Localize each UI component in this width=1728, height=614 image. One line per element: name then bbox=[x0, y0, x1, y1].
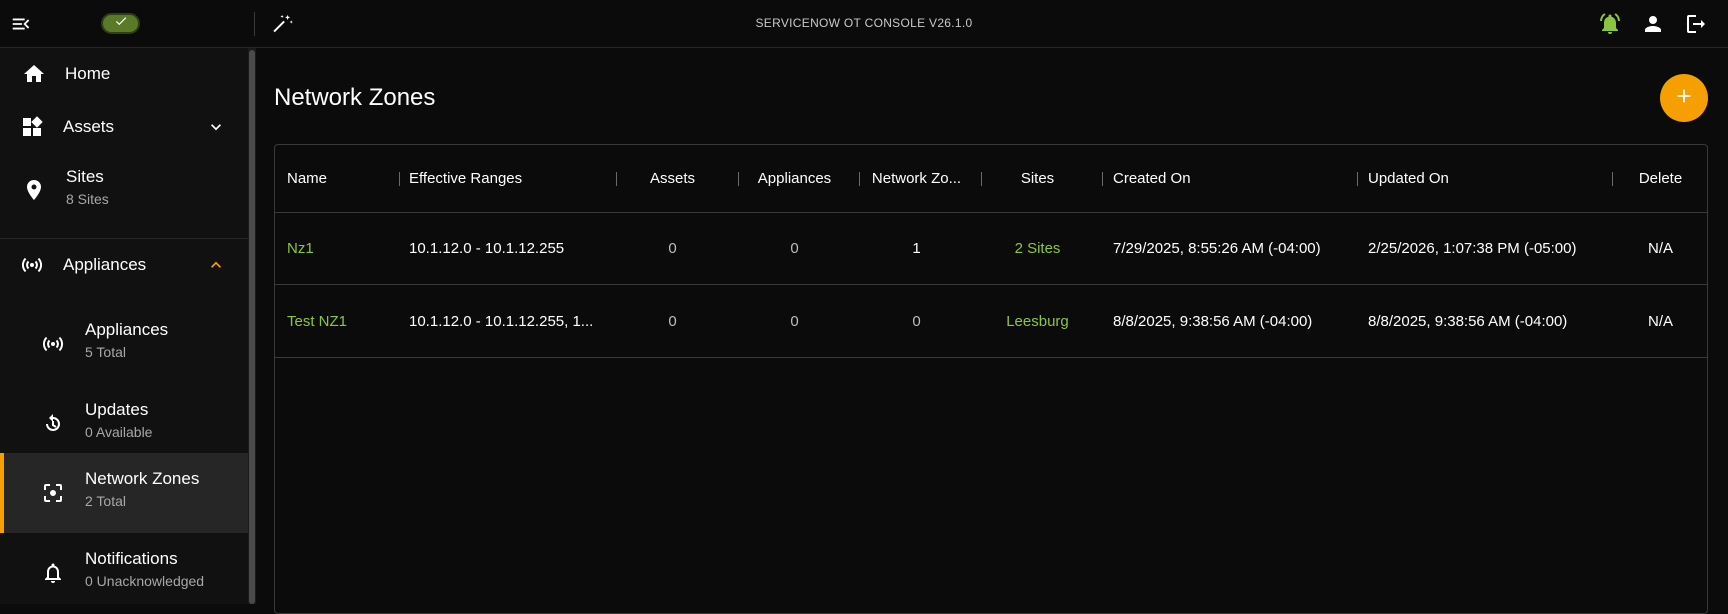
table-header-row: Name Effective Ranges Assets Appliances … bbox=[275, 145, 1707, 213]
sidebar-scrollbar-thumb[interactable] bbox=[249, 50, 255, 604]
sidebar-item-updates[interactable]: Updates 0 Available bbox=[0, 384, 248, 464]
sidebar: Home Assets Sites 8 Sites Appliances App… bbox=[0, 48, 248, 604]
sidebar-item-appliances-group[interactable]: Appliances bbox=[0, 239, 248, 291]
sidebar-item-label: Assets bbox=[63, 117, 115, 136]
chevron-up-icon[interactable] bbox=[206, 255, 226, 275]
sidebar-item-sites[interactable]: Sites 8 Sites bbox=[0, 154, 248, 226]
appliances-cell: 0 bbox=[790, 313, 799, 330]
broadcast-icon bbox=[41, 332, 65, 356]
sidebar-item-network-zones[interactable]: Network Zones 2 Total bbox=[0, 453, 248, 533]
column-resizer[interactable] bbox=[1357, 172, 1358, 186]
updated-on-cell: 8/8/2025, 9:38:56 AM (-04:00) bbox=[1368, 313, 1568, 330]
network-zones-cell: 0 bbox=[912, 313, 921, 330]
app-title: SERVICENOW OT CONSOLE V26.1.0 bbox=[755, 16, 973, 30]
column-header-created-on[interactable]: Created On bbox=[1113, 145, 1353, 212]
delete-cell: N/A bbox=[1647, 240, 1673, 257]
sidebar-item-label: Appliances bbox=[63, 255, 147, 274]
sidebar-item-appliances[interactable]: Appliances 5 Total bbox=[0, 304, 248, 384]
network-zones-cell: 1 bbox=[912, 240, 921, 257]
sidebar-item-home[interactable]: Home bbox=[0, 48, 248, 100]
table-row[interactable]: Test NZ1 10.1.12.0 - 10.1.12.255, 1... 0… bbox=[275, 286, 1707, 358]
column-header-updated-on[interactable]: Updated On bbox=[1368, 145, 1608, 212]
delete-cell: N/A bbox=[1647, 313, 1673, 330]
center-focus-icon bbox=[41, 481, 65, 505]
home-icon bbox=[22, 62, 46, 86]
created-on-cell: 7/29/2025, 8:55:26 AM (-04:00) bbox=[1113, 240, 1321, 257]
column-header-delete[interactable]: Delete bbox=[1614, 145, 1707, 212]
updated-on-cell: 2/25/2026, 1:07:38 PM (-05:00) bbox=[1368, 240, 1577, 257]
sidebar-item-label: Home bbox=[65, 64, 111, 83]
column-header-network-zones[interactable]: Network Zo... bbox=[861, 145, 972, 212]
bell-icon bbox=[41, 561, 65, 585]
column-header-sites[interactable]: Sites bbox=[982, 145, 1093, 212]
sidebar-item-label: Updates bbox=[85, 400, 149, 419]
sites-link[interactable]: 2 Sites bbox=[982, 213, 1093, 284]
bell-ring-icon[interactable] bbox=[1598, 12, 1622, 36]
sidebar-item-notifications[interactable]: Notifications 0 Unacknowledged bbox=[0, 533, 248, 604]
active-indicator bbox=[0, 453, 4, 533]
column-header-assets[interactable]: Assets bbox=[617, 145, 728, 212]
column-header-effective-ranges[interactable]: Effective Ranges bbox=[409, 145, 589, 212]
effective-ranges-cell: 10.1.12.0 - 10.1.12.255, 1... bbox=[409, 313, 594, 330]
created-on-cell: 8/8/2025, 9:38:56 AM (-04:00) bbox=[1113, 313, 1313, 330]
sidebar-item-count: 0 Unacknowledged bbox=[85, 573, 205, 589]
page-title: Network Zones bbox=[274, 84, 436, 111]
sidebar-item-assets[interactable]: Assets bbox=[0, 100, 248, 154]
appliances-cell: 0 bbox=[790, 240, 799, 257]
assets-cell: 0 bbox=[668, 313, 677, 330]
top-bar: SERVICENOW OT CONSOLE V26.1.0 bbox=[0, 0, 1728, 48]
network-zones-table: Name Effective Ranges Assets Appliances … bbox=[274, 144, 1708, 614]
column-resizer[interactable] bbox=[399, 172, 400, 186]
broadcast-icon bbox=[20, 253, 44, 277]
widgets-icon bbox=[20, 115, 44, 139]
main-content: Network Zones Name Effective Ranges Asse… bbox=[256, 48, 1728, 614]
sidebar-item-count: 0 Available bbox=[85, 424, 153, 440]
sidebar-item-count: 8 Sites bbox=[66, 191, 109, 207]
zone-name-link[interactable]: Test NZ1 bbox=[287, 286, 397, 357]
chevron-down-icon[interactable] bbox=[206, 117, 226, 137]
column-resizer[interactable] bbox=[859, 172, 860, 186]
add-network-zone-button[interactable] bbox=[1660, 74, 1708, 122]
sidebar-item-count: 5 Total bbox=[85, 344, 126, 360]
effective-ranges-cell: 10.1.12.0 - 10.1.12.255 bbox=[409, 240, 565, 257]
table-row[interactable]: Nz1 10.1.12.0 - 10.1.12.255 0 0 1 2 Site… bbox=[275, 213, 1707, 285]
sidebar-item-label: Notifications bbox=[85, 549, 178, 568]
column-header-appliances[interactable]: Appliances bbox=[739, 145, 850, 212]
location-pin-icon bbox=[22, 178, 46, 202]
column-header-name[interactable]: Name bbox=[287, 145, 392, 212]
sidebar-item-label: Appliances bbox=[85, 320, 169, 339]
logout-icon[interactable] bbox=[1684, 12, 1708, 36]
sidebar-item-count: 2 Total bbox=[85, 493, 126, 509]
sidebar-item-label: Network Zones bbox=[85, 469, 200, 488]
sites-link[interactable]: Leesburg bbox=[982, 286, 1093, 357]
sidebar-item-label: Sites bbox=[66, 167, 104, 186]
plus-icon bbox=[1673, 85, 1695, 112]
assets-cell: 0 bbox=[668, 240, 677, 257]
column-resizer[interactable] bbox=[1612, 172, 1613, 186]
update-icon bbox=[41, 412, 65, 436]
column-resizer[interactable] bbox=[1102, 172, 1103, 186]
user-icon[interactable] bbox=[1641, 12, 1665, 36]
zone-name-link[interactable]: Nz1 bbox=[287, 213, 397, 284]
